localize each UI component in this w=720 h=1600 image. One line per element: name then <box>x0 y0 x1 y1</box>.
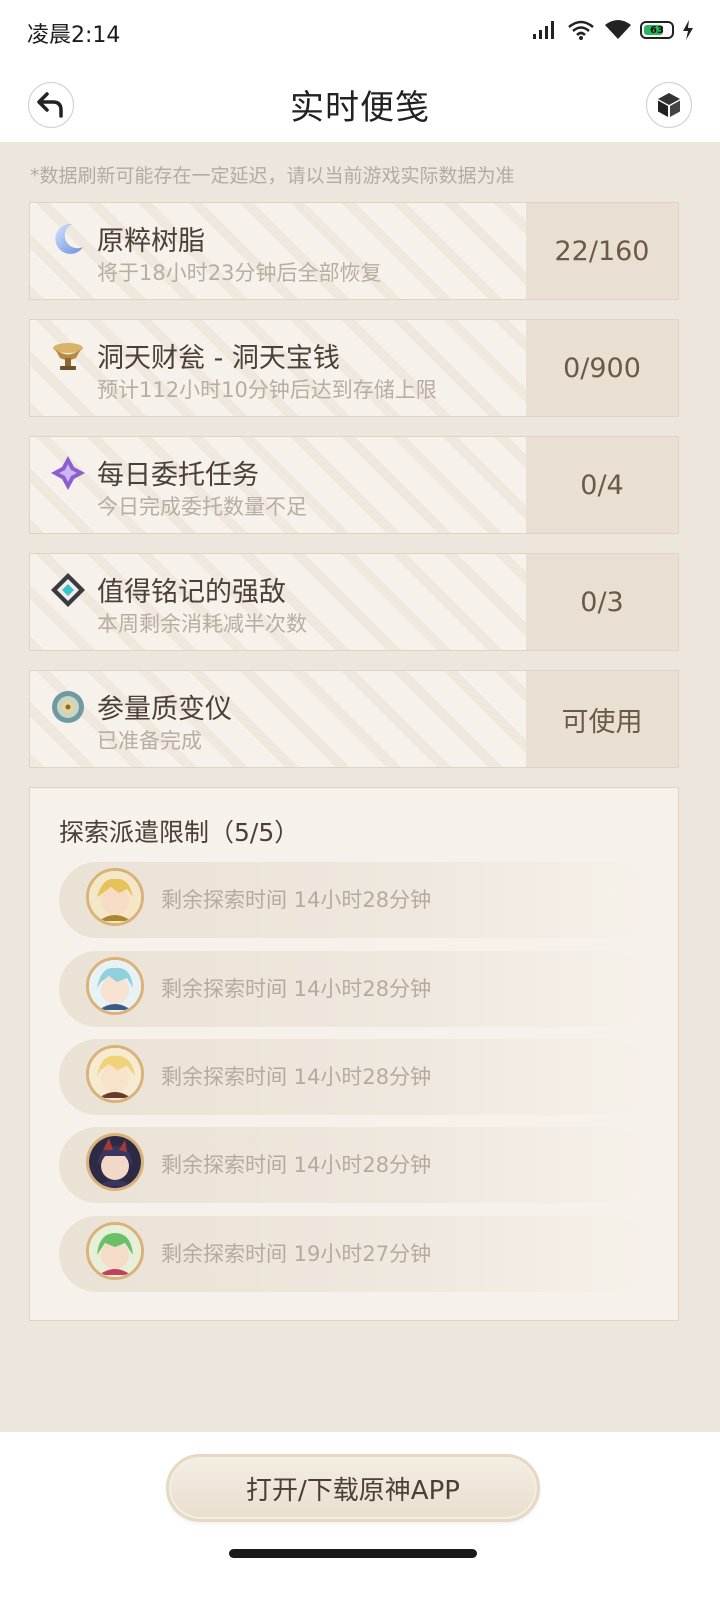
moon-icon <box>50 221 86 257</box>
disclaimer-text: *数据刷新可能存在一定延迟，请以当前游戏实际数据为准 <box>30 165 515 187</box>
expedition-item[interactable]: 剩余探索时间 14小时28分钟 <box>59 1127 651 1203</box>
page-title: 实时便笺 <box>290 88 430 128</box>
expedition-item[interactable]: 剩余探索时间 14小时28分钟 <box>59 862 651 938</box>
battery-level: 63 <box>650 24 664 36</box>
open-app-button[interactable]: 打开/下载原神APP <box>166 1454 540 1522</box>
card-title: 洞天财瓮 - 洞天宝钱 <box>97 343 340 374</box>
card-value: 0/4 <box>580 469 624 501</box>
expedition-time-text: 剩余探索时间 19小时27分钟 <box>161 1242 432 1266</box>
footer: 打开/下载原神APP <box>0 1432 720 1600</box>
expedition-time-text: 剩余探索时间 14小时28分钟 <box>161 1065 432 1089</box>
character-avatar-icon <box>86 1133 144 1191</box>
cube-icon <box>658 93 680 117</box>
card-subtitle: 将于18小时23分钟后全部恢复 <box>97 261 382 285</box>
card-subtitle: 预计112小时10分钟后达到存储上限 <box>97 378 437 402</box>
card-value-box: 0/3 <box>526 554 678 650</box>
expedition-time-text: 剩余探索时间 14小时28分钟 <box>161 888 432 912</box>
card-title: 值得铭记的强敌 <box>97 577 286 608</box>
wifi-signal-icon <box>568 20 594 40</box>
expedition-item[interactable]: 剩余探索时间 14小时28分钟 <box>59 951 651 1027</box>
daily-commission-card[interactable]: 每日委托任务 今日完成委托数量不足 0/4 <box>29 436 679 534</box>
card-value-box: 0/900 <box>526 320 678 416</box>
card-title: 参量质变仪 <box>97 694 232 725</box>
realm-currency-card[interactable]: 洞天财瓮 - 洞天宝钱 预计112小时10分钟后达到存储上限 0/900 <box>29 319 679 417</box>
expedition-panel: 探索派遣限制（5/5） 剩余探索时间 14小时28分钟 剩余探索时间 14小时2… <box>29 787 679 1321</box>
card-subtitle: 本周剩余消耗减半次数 <box>97 612 307 636</box>
status-time: 凌晨2:14 <box>27 23 121 48</box>
signal-icon <box>533 21 554 39</box>
card-title: 每日委托任务 <box>97 460 259 491</box>
expedition-time-text: 剩余探索时间 14小时28分钟 <box>161 1153 432 1177</box>
expedition-item[interactable]: 剩余探索时间 14小时28分钟 <box>59 1039 651 1115</box>
home-indicator[interactable] <box>229 1549 477 1558</box>
battery-icon: 63 <box>640 21 674 39</box>
card-value-box: 22/160 <box>526 203 678 299</box>
card-subtitle: 已准备完成 <box>97 729 202 753</box>
card-value: 可使用 <box>561 706 643 738</box>
cube-button[interactable] <box>646 82 692 128</box>
star-icon <box>50 455 86 491</box>
wifi-icon <box>605 20 631 39</box>
header: 实时便笺 <box>0 60 720 142</box>
card-value: 0/900 <box>563 352 641 384</box>
diamond-icon <box>50 572 86 608</box>
expedition-title: 探索派遣限制（5/5） <box>59 818 300 847</box>
status-bar: 凌晨2:14 63 <box>0 0 720 60</box>
character-avatar-icon <box>86 1222 144 1280</box>
transformer-card[interactable]: 参量质变仪 已准备完成 可使用 <box>29 670 679 768</box>
transformer-icon <box>50 689 86 725</box>
card-title: 原粹树脂 <box>97 226 205 257</box>
teapot-icon <box>50 338 86 374</box>
character-avatar-icon <box>86 1045 144 1103</box>
expedition-time-text: 剩余探索时间 14小时28分钟 <box>161 977 432 1001</box>
character-avatar-icon <box>86 868 144 926</box>
card-value: 0/3 <box>580 586 624 618</box>
card-value-box: 0/4 <box>526 437 678 533</box>
resin-card[interactable]: 原粹树脂 将于18小时23分钟后全部恢复 22/160 <box>29 202 679 300</box>
charging-icon <box>683 20 693 40</box>
card-subtitle: 今日完成委托数量不足 <box>97 495 307 519</box>
weekly-boss-card[interactable]: 值得铭记的强敌 本周剩余消耗减半次数 0/3 <box>29 553 679 651</box>
expedition-item[interactable]: 剩余探索时间 19小时27分钟 <box>59 1216 651 1292</box>
status-icons: 63 <box>532 18 694 42</box>
card-value-box: 可使用 <box>526 671 678 767</box>
character-avatar-icon <box>86 957 144 1015</box>
card-value: 22/160 <box>554 235 650 267</box>
